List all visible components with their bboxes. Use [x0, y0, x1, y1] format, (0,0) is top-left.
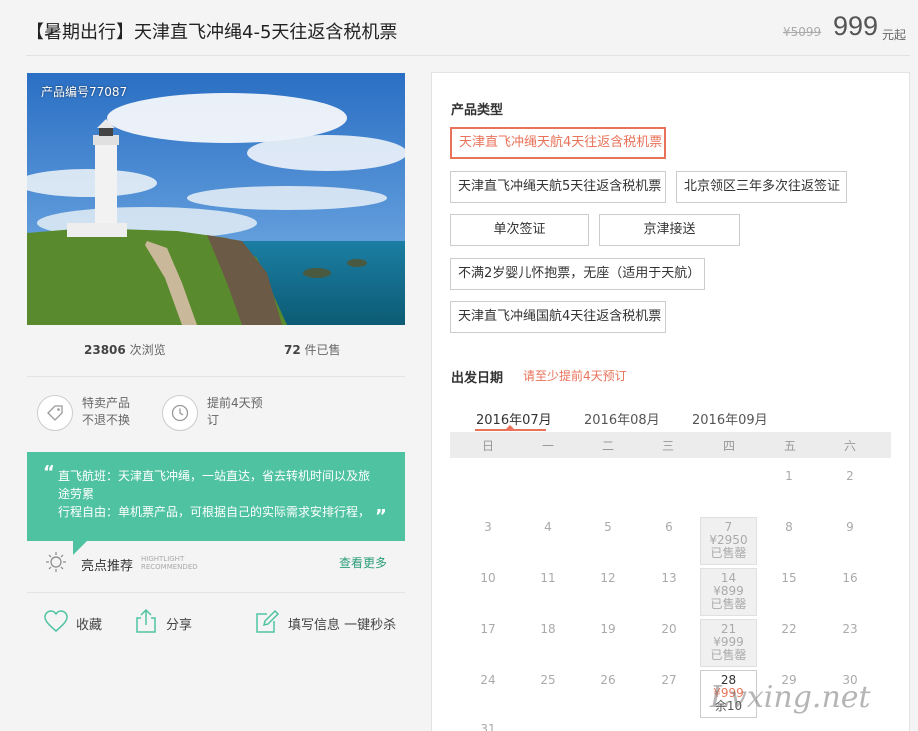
page-title: 【暑期出行】天津直飞冲绳4-5天往返含税机票 — [26, 22, 398, 43]
sun-icon — [46, 552, 66, 572]
departure-title: 出发日期 — [451, 371, 504, 386]
sold-number: 72 — [284, 343, 301, 357]
feature-advance: 提前4天预 订 — [207, 395, 263, 429]
active-month-underline — [475, 429, 546, 431]
calendar-day: 4 — [544, 520, 552, 534]
calendar-day: 31 — [480, 722, 496, 731]
highlight-label: 亮点推荐 — [81, 559, 134, 574]
share-icon[interactable] — [133, 608, 159, 634]
product-option[interactable]: 京津接送 — [599, 214, 740, 246]
weekday: 二 — [601, 439, 614, 453]
edit-icon[interactable] — [254, 608, 280, 634]
calendar-day-soldout: 14 ¥899 已售罄 — [700, 568, 757, 616]
quote-close-icon: ” — [375, 506, 387, 527]
calendar-day: 18 — [540, 622, 556, 636]
calendar-day: 20 — [661, 622, 677, 636]
calendar-day: 13 — [661, 571, 677, 585]
weekday: 一 — [541, 439, 554, 453]
stats: 23806 次浏览 72 件已售 — [27, 341, 405, 361]
watermark: Lvxing.net — [710, 680, 871, 715]
calendar-day: 11 — [540, 571, 556, 585]
feature-line: 提前4天预 — [207, 396, 263, 410]
views-count: 23806 次浏览 — [84, 341, 166, 358]
tab-month-sep[interactable]: 2016年09月 — [692, 409, 768, 428]
booking-notice: 请至少提前4天预订 — [523, 369, 627, 383]
quote-open-icon: “ — [43, 462, 55, 483]
highlight-label-en-line: HIGHTLIGHT — [141, 555, 185, 563]
original-price: ¥5099 — [783, 25, 822, 39]
feature-special: 特卖产品 不退不换 — [82, 395, 130, 429]
product-number: 产品编号77087 — [41, 85, 128, 99]
calendar-day: 1 — [785, 469, 793, 483]
calendar-day: 8 — [785, 520, 793, 534]
product-type-title: 产品类型 — [451, 103, 504, 118]
product-option[interactable]: 天津直飞冲绳天航5天往返含税机票 — [450, 171, 666, 203]
highlight-box: “ 直飞航班：天津直飞冲绳，一站直达，省去转机时间以及旅途劳累 行程自由：单机票… — [27, 452, 405, 541]
product-option-selected[interactable]: 天津直飞冲绳天航4天往返含税机票 — [450, 127, 666, 159]
tag-icon — [37, 395, 73, 431]
calendar-day: 6 — [665, 520, 673, 534]
highlight-label-en-line: RECOMMENDED — [141, 563, 198, 571]
calendar-day: 26 — [600, 673, 616, 687]
product-option[interactable]: 北京领区三年多次往返签证 — [676, 171, 847, 203]
calendar-day-soldout: 21 ¥999 已售罄 — [700, 619, 757, 667]
sold-count: 72 件已售 — [284, 341, 341, 358]
calendar-day: 25 — [540, 673, 556, 687]
views-number: 23806 — [84, 343, 126, 357]
calendar-day: 16 — [842, 571, 858, 585]
weekday: 日 — [481, 439, 494, 453]
weekday: 三 — [661, 439, 674, 453]
day-status: 已售罄 — [710, 648, 747, 662]
weekday: 六 — [843, 439, 856, 453]
feature-line: 不退不换 — [82, 413, 131, 427]
weekday-header: 日 一 二 三 四 五 六 — [450, 432, 891, 458]
fill-info-button[interactable]: 填写信息 一键秒杀 — [288, 614, 396, 633]
divider — [27, 592, 405, 593]
weekday: 四 — [722, 439, 735, 453]
product-photo: 产品编号77087 — [27, 73, 405, 325]
feature-line: 订 — [207, 413, 220, 427]
favorite-button[interactable]: 收藏 — [76, 614, 102, 633]
calendar-day: 9 — [846, 520, 854, 534]
highlight-tail — [73, 541, 87, 555]
product-option[interactable]: 天津直飞冲绳国航4天往返含税机票 — [450, 301, 666, 333]
calendar-day: 5 — [604, 520, 612, 534]
calendar-day: 19 — [600, 622, 616, 636]
lighthouse-photo — [27, 73, 405, 325]
weekday: 五 — [783, 439, 796, 453]
clock-icon — [162, 395, 198, 431]
calendar-day: 22 — [781, 622, 797, 636]
calendar-day: 23 — [842, 622, 858, 636]
header: 【暑期出行】天津直飞冲绳4-5天往返含税机票 ¥5099 999 元起 — [26, 0, 910, 56]
price-unit: 元起 — [882, 28, 907, 42]
calendar-day: 10 — [480, 571, 496, 585]
calendar-day: 17 — [480, 622, 496, 636]
calendar-day: 3 — [484, 520, 492, 534]
highlight-label-en: HIGHTLIGHT RECOMMENDED — [141, 555, 198, 571]
sold-label: 件已售 — [304, 343, 341, 357]
day-status: 已售罄 — [710, 597, 747, 611]
active-month-caret — [506, 425, 514, 429]
calendar-day: 15 — [781, 571, 797, 585]
calendar-day: 24 — [480, 673, 496, 687]
calendar-day: 2 — [846, 469, 854, 483]
product-option[interactable]: 不满2岁婴儿怀抱票，无座（适用于天航） — [450, 258, 705, 290]
highlight-text: 行程自由：单机票产品，可根据自己的实际需求安排行程， — [58, 505, 371, 519]
product-option[interactable]: 单次签证 — [450, 214, 589, 246]
highlight-text: 直飞航班：天津直飞冲绳，一站直达，省去转机时间以及旅途劳累 — [58, 469, 371, 501]
divider — [27, 376, 405, 377]
see-more-link[interactable]: 查看更多 — [339, 554, 387, 571]
price: 999 — [833, 11, 879, 41]
views-label: 次浏览 — [129, 343, 166, 357]
feature-line: 特卖产品 — [82, 396, 131, 410]
day-status: 已售罄 — [710, 546, 747, 560]
tab-month-aug[interactable]: 2016年08月 — [584, 409, 660, 428]
calendar-day: 12 — [600, 571, 616, 585]
calendar-day-soldout: 7 ¥2950 已售罄 — [700, 517, 757, 565]
share-button[interactable]: 分享 — [166, 614, 192, 633]
heart-icon[interactable] — [43, 609, 69, 635]
calendar-day: 27 — [661, 673, 677, 687]
